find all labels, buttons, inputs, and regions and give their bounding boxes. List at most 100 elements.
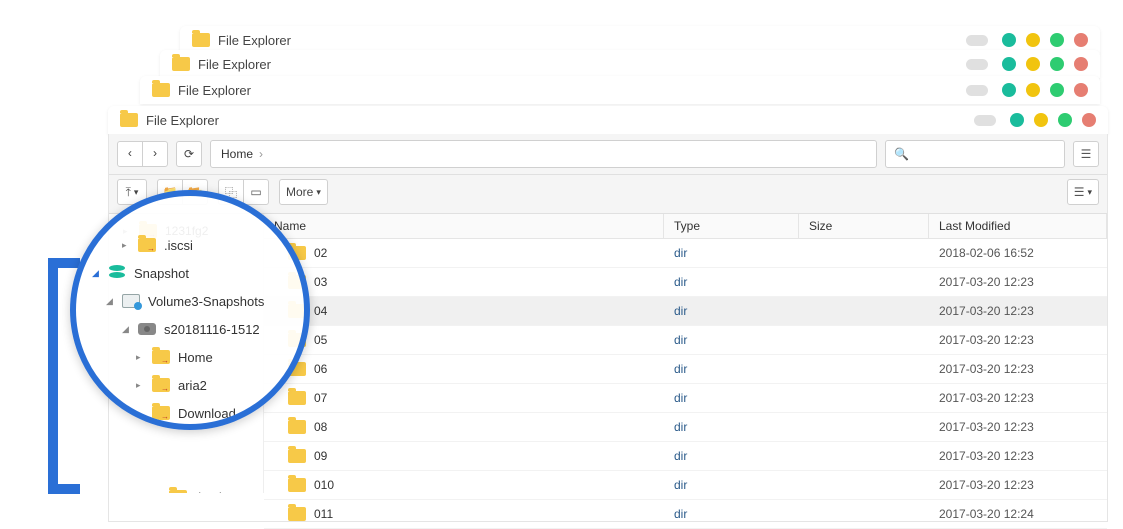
list-view-icon: ☰: [1074, 185, 1085, 199]
file-row[interactable]: 05 dir 2017-03-20 12:23: [264, 326, 1107, 355]
expand-icon[interactable]: ▸: [136, 408, 144, 419]
maximize-dot[interactable]: [1034, 113, 1048, 127]
file-row[interactable]: 011dir2017-03-20 12:24: [264, 500, 1107, 529]
chevron-down-icon: ▾: [1087, 187, 1092, 198]
tree-label: Volume3-Snapshots: [148, 294, 264, 309]
file-row[interactable]: 07dir2017-03-20 12:23: [264, 384, 1107, 413]
search-box[interactable]: 🔍: [885, 140, 1065, 168]
folder-icon: [288, 478, 306, 492]
breadcrumb[interactable]: Home ›: [210, 140, 877, 168]
close-dot[interactable]: [1082, 113, 1096, 127]
tree-label: .iscsi: [164, 238, 193, 253]
file-name: 010: [314, 478, 334, 492]
tree-item[interactable]: ▸ .iscsi: [84, 231, 296, 259]
folder-icon: [152, 83, 170, 97]
expand-icon[interactable]: ▸: [153, 492, 161, 494]
file-modified: 2017-03-20 12:24: [929, 507, 1107, 521]
tree-item[interactable]: ▸ .iscsi: [109, 484, 263, 493]
folder-icon: [288, 507, 306, 521]
more-label: More: [286, 185, 313, 199]
forward-button[interactable]: ›: [142, 141, 168, 167]
close-dot[interactable]: [1074, 33, 1088, 47]
tree-item[interactable]: ▸ Home: [84, 343, 296, 371]
collapse-icon[interactable]: ◢: [92, 268, 100, 279]
list-header: Name Type Size Last Modified: [264, 214, 1107, 239]
minimize-dot[interactable]: [1002, 33, 1016, 47]
minimize-dot[interactable]: [1010, 113, 1024, 127]
toggle-pill[interactable]: [966, 59, 988, 70]
expand-icon[interactable]: ▸: [136, 380, 144, 391]
more-button[interactable]: More ▾: [279, 179, 328, 205]
column-modified[interactable]: Last Modified: [929, 214, 1107, 238]
close-dot[interactable]: [1074, 83, 1088, 97]
file-type: dir: [664, 478, 799, 492]
breadcrumb-root[interactable]: Home: [221, 147, 253, 161]
filter-button[interactable]: ☰: [1073, 141, 1099, 167]
maximize-dot[interactable]: [1026, 33, 1040, 47]
expand-icon[interactable]: ▸: [122, 240, 130, 251]
toolbar-nav: ‹ › ⟳ Home › 🔍 ☰: [109, 134, 1107, 175]
window-titlebar-main[interactable]: File Explorer: [108, 106, 1108, 134]
folder-icon: [288, 449, 306, 463]
chevron-right-icon: ›: [259, 147, 263, 161]
window-title: File Explorer: [178, 83, 251, 98]
highlight-circle: ▸ .iscsi ◢ Snapshot ◢ Volume3-Snapshots …: [70, 190, 310, 430]
file-name: 05: [314, 333, 327, 347]
tree-item-snapshot-entry[interactable]: ◢ s20181116-1512: [84, 315, 296, 343]
folder-icon: [288, 391, 306, 405]
file-row[interactable]: 02dir2018-02-06 16:52: [264, 239, 1107, 268]
file-row[interactable]: 010dir2017-03-20 12:23: [264, 471, 1107, 500]
toggle-pill[interactable]: [966, 35, 988, 46]
restore-dot[interactable]: [1050, 57, 1064, 71]
file-name: 04: [314, 304, 327, 318]
file-name: 08: [314, 420, 327, 434]
refresh-button[interactable]: ⟳: [176, 141, 202, 167]
file-modified: 2017-03-20 12:23: [929, 391, 1107, 405]
column-size[interactable]: Size: [799, 214, 929, 238]
search-icon: 🔍: [894, 147, 909, 161]
folder-icon: [172, 57, 190, 71]
back-button[interactable]: ‹: [117, 141, 143, 167]
file-modified: 2017-03-20 12:23: [929, 333, 1107, 347]
restore-dot[interactable]: [1058, 113, 1072, 127]
column-type[interactable]: Type: [664, 214, 799, 238]
tree-item-snapshot[interactable]: ◢ Snapshot: [84, 259, 296, 287]
tree-label: Snapshot: [134, 266, 189, 281]
file-row[interactable]: 04dir2017-03-20 12:23: [264, 297, 1107, 326]
folder-icon: [138, 238, 156, 252]
restore-dot[interactable]: [1050, 33, 1064, 47]
search-input[interactable]: [915, 147, 1056, 161]
collapse-icon[interactable]: ◢: [122, 324, 130, 335]
file-row[interactable]: 09dir2017-03-20 12:23: [264, 442, 1107, 471]
collapse-icon[interactable]: ◢: [106, 296, 114, 307]
folder-icon: [288, 420, 306, 434]
file-row[interactable]: 08dir2017-03-20 12:23: [264, 413, 1107, 442]
column-name[interactable]: Name: [264, 214, 664, 238]
file-type: dir: [664, 333, 799, 347]
maximize-dot[interactable]: [1026, 83, 1040, 97]
tree-item-volume[interactable]: ◢ Volume3-Snapshots: [84, 287, 296, 315]
maximize-dot[interactable]: [1026, 57, 1040, 71]
file-row[interactable]: 03dir2017-03-20 12:23: [264, 268, 1107, 297]
toggle-pill[interactable]: [966, 85, 988, 96]
close-dot[interactable]: [1074, 57, 1088, 71]
toggle-pill[interactable]: [974, 115, 996, 126]
paste-button[interactable]: ▭: [243, 179, 269, 205]
file-name: 07: [314, 391, 327, 405]
minimize-dot[interactable]: [1002, 57, 1016, 71]
view-mode-button[interactable]: ☰ ▾: [1067, 179, 1099, 205]
minimize-dot[interactable]: [1002, 83, 1016, 97]
tree-item[interactable]: ▸ aria2: [84, 371, 296, 399]
expand-icon[interactable]: ▸: [136, 352, 144, 363]
file-row[interactable]: 06dir2017-03-20 12:23: [264, 355, 1107, 384]
paste-icon: ▭: [250, 185, 261, 199]
file-modified: 2017-03-20 12:23: [929, 449, 1107, 463]
file-name: 02: [314, 246, 327, 260]
tree-label: .iscsi: [195, 490, 222, 493]
file-name: 03: [314, 275, 327, 289]
folder-icon: [120, 113, 138, 127]
window-titlebar-bg2: File Explorer: [160, 50, 1100, 78]
file-type: dir: [664, 420, 799, 434]
window-title: File Explorer: [198, 57, 271, 72]
restore-dot[interactable]: [1050, 83, 1064, 97]
